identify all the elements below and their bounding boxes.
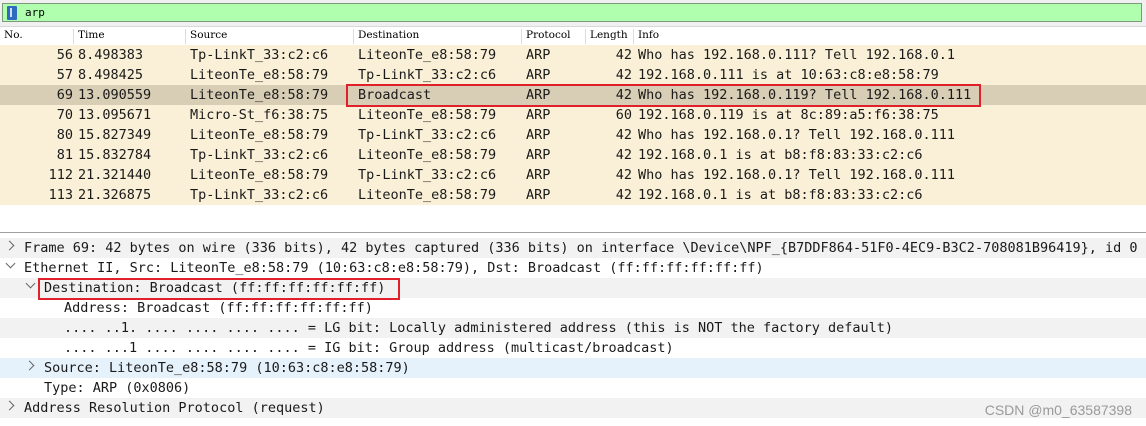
packet-time: 15.827349 [78, 127, 152, 143]
tree-item-lg-bit[interactable]: .... ..1. .... .... .... .... = LG bit: … [0, 318, 1146, 338]
annotation-box-destination [38, 278, 400, 300]
filter-text: arp [25, 6, 45, 19]
packet-time: 13.095671 [78, 107, 152, 123]
packet-source: LiteonTe_e8:58:79 [190, 67, 329, 83]
packet-info: Who has 192.168.0.1? Tell 192.168.0.111 [638, 127, 955, 143]
packet-row[interactable]: 57 8.498425 LiteonTe_e8:58:79 Tp-LinkT_3… [0, 65, 1146, 85]
packet-length: 42 [615, 47, 632, 63]
packet-length: 42 [615, 167, 632, 183]
packet-time: 8.498425 [78, 67, 144, 83]
packet-source: Tp-LinkT_33:c2:c6 [190, 147, 329, 163]
tree-item-label: Frame 69: 42 bytes on wire (336 bits), 4… [24, 240, 1138, 256]
bookmark-icon[interactable] [7, 6, 17, 20]
tree-item-address[interactable]: Address: Broadcast (ff:ff:ff:ff:ff:ff) [0, 298, 1146, 318]
packet-row[interactable]: 81 15.832784 Tp-LinkT_33:c2:c6 LiteonTe_… [0, 145, 1146, 165]
chevron-down-icon[interactable] [5, 258, 16, 269]
packet-time: 8.498383 [78, 47, 144, 63]
packet-row[interactable]: 113 21.326875 Tp-LinkT_33:c2:c6 LiteonTe… [0, 185, 1146, 205]
tree-item-ig-bit[interactable]: .... ...1 .... .... .... .... = IG bit: … [0, 338, 1146, 358]
tree-item-label: Source: LiteonTe_e8:58:79 (10:63:c8:e8:5… [44, 360, 410, 376]
packet-info: 192.168.0.1 is at b8:f8:83:33:c2:c6 [638, 147, 923, 163]
packet-no: 56 [56, 47, 73, 63]
packet-time: 15.832784 [78, 147, 152, 163]
packet-no: 113 [48, 187, 73, 203]
tree-item-label: Type: ARP (0x0806) [44, 380, 191, 396]
packet-row[interactable]: 80 15.827349 LiteonTe_e8:58:79 Tp-LinkT_… [0, 125, 1146, 145]
packet-destination: Tp-LinkT_33:c2:c6 [358, 167, 497, 183]
column-header-no[interactable]: No. [0, 29, 74, 44]
packet-no: 57 [56, 67, 73, 83]
packet-length: 42 [615, 187, 632, 203]
packet-destination: Tp-LinkT_33:c2:c6 [358, 67, 497, 83]
tree-item-label: Address Resolution Protocol (request) [24, 400, 325, 416]
packet-protocol: ARP [526, 67, 551, 83]
packet-row[interactable]: 112 21.321440 LiteonTe_e8:58:79 Tp-LinkT… [0, 165, 1146, 185]
packet-no: 81 [56, 147, 73, 163]
packet-no: 70 [56, 107, 73, 123]
packet-row[interactable]: 70 13.095671 Micro-St_f6:38:75 LiteonTe_… [0, 105, 1146, 125]
packet-info: 192.168.0.111 is at 10:63:c8:e8:58:79 [638, 67, 939, 83]
packet-protocol: ARP [526, 167, 551, 183]
packet-list[interactable]: No. Time Source Destination Protocol Len… [0, 28, 1146, 233]
column-header-source[interactable]: Source [186, 29, 354, 44]
tree-item-frame[interactable]: Frame 69: 42 bytes on wire (336 bits), 4… [0, 238, 1146, 258]
packet-info: 192.168.0.1 is at b8:f8:83:33:c2:c6 [638, 187, 923, 203]
column-header-protocol[interactable]: Protocol [522, 29, 586, 44]
column-header-info[interactable]: Info [634, 29, 1146, 44]
packet-protocol: ARP [526, 147, 551, 163]
packet-row[interactable]: 56 8.498383 Tp-LinkT_33:c2:c6 LiteonTe_e… [0, 45, 1146, 65]
column-header-destination[interactable]: Destination [354, 29, 522, 44]
packet-length: 60 [615, 107, 632, 123]
chevron-right-icon[interactable] [4, 400, 15, 411]
packet-destination: Tp-LinkT_33:c2:c6 [358, 127, 497, 143]
display-filter-bar: arp [0, 0, 1146, 27]
packet-source: Tp-LinkT_33:c2:c6 [190, 187, 329, 203]
packet-protocol: ARP [526, 187, 551, 203]
packet-info: Who has 192.168.0.111? Tell 192.168.0.1 [638, 47, 955, 63]
packet-protocol: ARP [526, 47, 551, 63]
tree-item-type[interactable]: Type: ARP (0x0806) [0, 378, 1146, 398]
packet-source: LiteonTe_e8:58:79 [190, 87, 329, 103]
packet-destination: LiteonTe_e8:58:79 [358, 187, 497, 203]
display-filter-input[interactable]: arp [2, 3, 1142, 22]
packet-source: LiteonTe_e8:58:79 [190, 127, 329, 143]
packet-no: 80 [56, 127, 73, 143]
packet-protocol: ARP [526, 107, 551, 123]
packet-destination: LiteonTe_e8:58:79 [358, 107, 497, 123]
packet-details-tree[interactable]: Frame 69: 42 bytes on wire (336 bits), 4… [0, 236, 1146, 426]
column-header-length[interactable]: Length [586, 29, 634, 44]
packet-no: 112 [48, 167, 73, 183]
packet-protocol: ARP [526, 127, 551, 143]
tree-item-source[interactable]: Source: LiteonTe_e8:58:79 (10:63:c8:e8:5… [0, 358, 1146, 378]
packet-destination: LiteonTe_e8:58:79 [358, 147, 497, 163]
column-header-time[interactable]: Time [74, 29, 186, 44]
tree-item-ethernet[interactable]: Ethernet II, Src: LiteonTe_e8:58:79 (10:… [0, 258, 1146, 278]
packet-length: 42 [615, 127, 632, 143]
watermark: CSDN @m0_63587398 [984, 402, 1132, 418]
tree-item-label: Address: Broadcast (ff:ff:ff:ff:ff:ff) [64, 300, 373, 316]
annotation-box-selected-packet [346, 84, 981, 107]
packet-destination: LiteonTe_e8:58:79 [358, 47, 497, 63]
tree-item-label: Ethernet II, Src: LiteonTe_e8:58:79 (10:… [24, 260, 764, 276]
packet-info: 192.168.0.119 is at 8c:89:a5:f6:38:75 [638, 107, 939, 123]
tree-item-label: .... ..1. .... .... .... .... = LG bit: … [64, 320, 894, 336]
chevron-right-icon[interactable] [4, 240, 15, 251]
packet-time: 21.326875 [78, 187, 152, 203]
packet-source: Micro-St_f6:38:75 [190, 107, 329, 123]
packet-no: 69 [56, 87, 73, 103]
chevron-right-icon[interactable] [24, 360, 35, 371]
packet-length: 42 [615, 147, 632, 163]
packet-time: 21.321440 [78, 167, 152, 183]
packet-time: 13.090559 [78, 87, 152, 103]
packet-length: 42 [615, 67, 632, 83]
tree-item-label: .... ...1 .... .... .... .... = IG bit: … [64, 340, 674, 356]
chevron-down-icon[interactable] [25, 278, 36, 289]
packet-source: Tp-LinkT_33:c2:c6 [190, 47, 329, 63]
packet-info: Who has 192.168.0.1? Tell 192.168.0.111 [638, 167, 955, 183]
packet-source: LiteonTe_e8:58:79 [190, 167, 329, 183]
tree-item-arp[interactable]: Address Resolution Protocol (request) [0, 398, 1146, 418]
packet-list-header: No. Time Source Destination Protocol Len… [0, 28, 1146, 46]
